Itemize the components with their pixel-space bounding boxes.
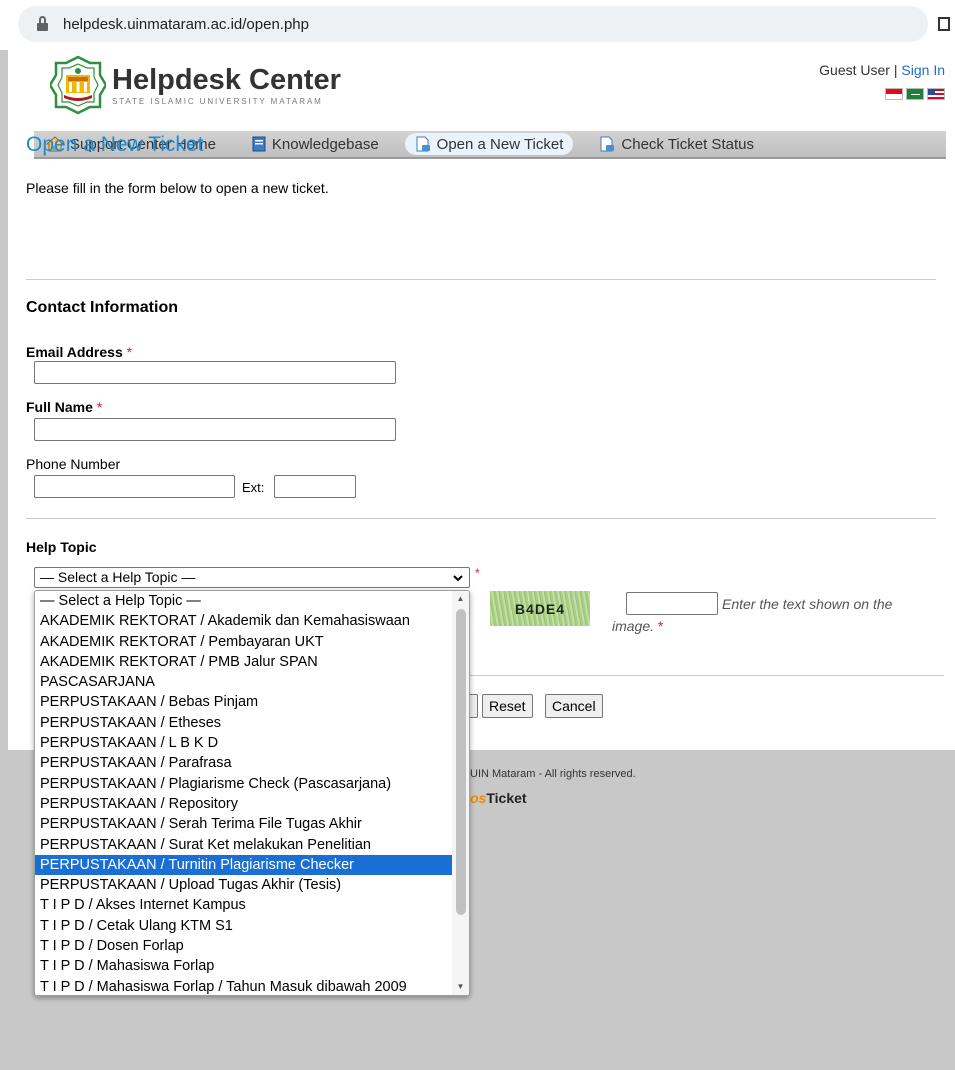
osticket-os: os [470, 790, 487, 806]
help-topic-option[interactable]: PERPUSTAKAAN / Surat Ket melakukan Penel… [35, 835, 453, 855]
help-topic-option[interactable]: PERPUSTAKAAN / Turnitin Plagiarisme Chec… [35, 854, 453, 876]
help-topic-option[interactable]: AKADEMIK REKTORAT / PMB Jalur SPAN [35, 652, 453, 672]
captcha-hint: Enter the text shown on the [722, 596, 893, 612]
browser-toolbar: helpdesk.uinmataram.ac.id/open.php [0, 0, 955, 50]
uin-emblem-icon [50, 55, 106, 115]
osticket-ticket: Ticket [486, 790, 527, 806]
help-topic-option[interactable]: T I P D / Dosen Forlap [35, 936, 453, 956]
address-bar[interactable]: helpdesk.uinmataram.ac.id/open.php [18, 6, 928, 42]
ext-label: Ext: [242, 480, 265, 495]
captcha-hint-text: image. [612, 618, 655, 634]
divider [26, 518, 936, 519]
logo-title: Helpdesk Center [112, 63, 341, 96]
help-topic-option[interactable]: PASCASARJANA [35, 672, 453, 692]
logo-subtitle: STATE ISLAMIC UNIVERSITY MATARAM [112, 96, 323, 106]
captcha-image: B4DE4 [490, 591, 590, 626]
help-topic-selected: — Select a Help Topic — [40, 569, 196, 585]
help-topic-dropdown[interactable]: — Select a Help Topic — AKADEMIK REKTORAT… [34, 590, 470, 996]
scroll-down-icon[interactable]: ▼ [452, 979, 469, 995]
chevron-down-icon [453, 570, 463, 587]
scroll-thumb[interactable] [456, 609, 466, 915]
required-mark: * [657, 618, 664, 634]
required-mark: * [96, 399, 103, 415]
required-mark: * [475, 566, 480, 580]
fullname-label: Full Name * [26, 399, 102, 415]
reset-button[interactable]: Reset [482, 694, 533, 718]
help-topic-option[interactable]: PERPUSTAKAAN / L B K D [35, 733, 453, 753]
page-title: Open a New Ticket [26, 133, 204, 156]
captcha-field[interactable] [626, 592, 718, 615]
lock-icon[interactable] [36, 16, 49, 32]
divider [26, 279, 936, 280]
nav-label: Knowledgebase [271, 135, 379, 153]
help-topic-option[interactable]: T I P D / Mahasiswa Forlap [35, 956, 453, 976]
site-logo[interactable]: Helpdesk Center STATE ISLAMIC UNIVERSITY… [50, 55, 380, 115]
help-topic-option[interactable]: PERPUSTAKAAN / Parafrasa [35, 753, 453, 773]
indonesian-flag-icon[interactable] [885, 88, 903, 100]
help-topic-option[interactable]: AKADEMIK REKTORAT / Akademik dan Kemahas… [35, 611, 453, 631]
book-icon [252, 136, 266, 152]
help-topic-option[interactable]: T I P D / Mahasiswa Forlap / Tahun Masuk… [35, 977, 453, 995]
nav-check-ticket-status[interactable]: Check Ticket Status [599, 133, 754, 155]
fullname-label-text: Full Name [26, 399, 93, 415]
sign-in-link[interactable]: Sign In [901, 62, 945, 78]
email-field[interactable] [34, 361, 396, 384]
contact-section-title: Contact Information [26, 299, 178, 316]
window-icon[interactable] [938, 17, 950, 31]
help-topic-option[interactable]: — Select a Help Topic — [35, 591, 453, 611]
intro-text: Please fill in the form below to open a … [26, 180, 329, 196]
captcha-hint-end: image. * [612, 618, 663, 634]
dropdown-scrollbar[interactable]: ▲ ▼ [452, 591, 469, 995]
help-topic-option[interactable]: PERPUSTAKAAN / Upload Tugas Akhir (Tesis… [35, 875, 453, 895]
cancel-button[interactable]: Cancel [545, 694, 603, 718]
help-topic-option[interactable]: PERPUSTAKAAN / Serah Terima File Tugas A… [35, 814, 453, 834]
guest-user-label: Guest User [819, 62, 890, 78]
fullname-field[interactable] [34, 418, 396, 441]
help-topic-option[interactable]: PERPUSTAKAAN / Repository [35, 794, 453, 814]
help-topic-options: — Select a Help Topic — AKADEMIK REKTORAT… [35, 591, 453, 995]
ext-field[interactable] [274, 475, 356, 498]
phone-label: Phone Number [26, 456, 121, 472]
ticket-status-icon [600, 136, 615, 152]
email-label-text: Email Address [26, 344, 123, 360]
help-topic-option[interactable]: PERPUSTAKAAN / Bebas Pinjam [35, 692, 453, 712]
required-mark: * [126, 344, 133, 360]
arabic-flag-icon[interactable] [906, 88, 924, 100]
nav-label: Open a New Ticket [436, 135, 564, 153]
phone-field[interactable] [34, 475, 235, 498]
new-ticket-icon [416, 136, 430, 152]
help-topic-option[interactable]: PERPUSTAKAAN / Etheses [35, 713, 453, 733]
divider [466, 675, 944, 676]
english-flag-icon[interactable] [927, 88, 945, 100]
scroll-up-icon[interactable]: ▲ [452, 591, 469, 607]
nav-knowledgebase[interactable]: Knowledgebase [252, 133, 379, 155]
url-text: helpdesk.uinmataram.ac.id/open.php [63, 15, 309, 33]
email-label: Email Address * [26, 344, 132, 360]
user-separator: | [889, 62, 902, 78]
language-flags [885, 88, 945, 100]
user-info: Guest User | Sign In [819, 62, 945, 78]
osticket-logo[interactable]: osTicket [470, 790, 527, 806]
copyright-text: UIN Mataram - All rights reserved. [470, 768, 636, 780]
help-topic-select[interactable]: — Select a Help Topic — [34, 567, 470, 588]
help-topic-label: Help Topic [26, 539, 97, 555]
help-topic-option[interactable]: AKADEMIK REKTORAT / Pembayaran UKT [35, 632, 453, 652]
help-topic-option[interactable]: T I P D / Akses Internet Kampus [35, 895, 453, 915]
help-topic-option[interactable]: PERPUSTAKAAN / Plagiarisme Check (Pascas… [35, 774, 453, 794]
nav-open-new-ticket[interactable]: Open a New Ticket [404, 133, 574, 155]
nav-label: Check Ticket Status [621, 135, 754, 153]
help-topic-option[interactable]: T I P D / Cetak Ulang KTM S1 [35, 916, 453, 936]
